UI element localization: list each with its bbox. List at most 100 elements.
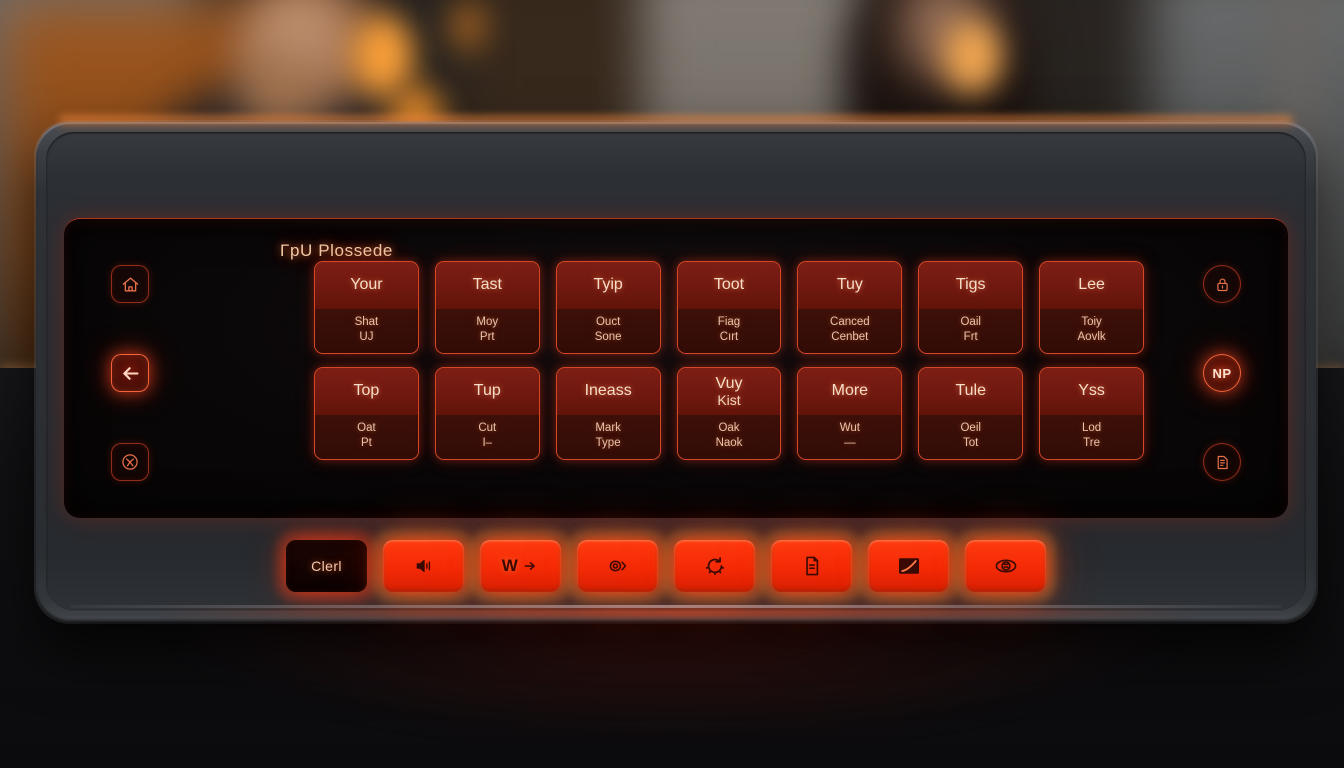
tile-header: Lee [1040, 262, 1143, 309]
tile-line1: Moy [476, 315, 499, 328]
tile-body: Oak Naok [677, 415, 781, 459]
tile-title: Toot [713, 276, 745, 294]
tile-line1: Lod [1081, 421, 1102, 434]
tile-header: Top [315, 368, 418, 415]
tile-line2: I– [482, 437, 493, 449]
tile-body: Shat UJ [315, 309, 418, 353]
tile[interactable]: Yss Lod Tre [1039, 367, 1144, 460]
tile[interactable]: Lee Toiy Aovlk [1039, 261, 1144, 354]
sidebar-item-home[interactable] [111, 265, 149, 303]
chart-button[interactable] [868, 540, 949, 592]
tile-body: Oail Frt [919, 309, 1023, 353]
tile-title: Tule [955, 382, 986, 400]
tile-body: Canced Cenbet [798, 309, 902, 353]
document-list-icon [1214, 454, 1231, 471]
tile-title: Yss [1078, 382, 1105, 400]
tile-line1: Toiy [1081, 315, 1102, 328]
tile[interactable]: Tup Cut I– [434, 367, 540, 460]
tile-title: Top [353, 382, 380, 400]
tile[interactable]: Ineass Mark Type [555, 367, 661, 460]
tile-line2: UJ [359, 331, 374, 343]
tile[interactable]: Tyip Ouct Sone [555, 261, 661, 354]
np-badge-label: NP [1212, 365, 1232, 381]
chart-icon [896, 556, 922, 576]
tile-title: Your [350, 276, 383, 294]
tile-title: Tast [472, 276, 502, 294]
tile-header: Your [315, 262, 418, 309]
tile-body: Wut — [798, 415, 902, 459]
tile-line2: Type [595, 437, 621, 449]
gauge-icon [120, 452, 140, 472]
right-nav-rail: NP [1176, 259, 1268, 489]
tile-line2: Aovlk [1077, 331, 1106, 343]
tile-body: Moy Prt [435, 309, 539, 353]
tile-header: More [798, 368, 902, 415]
tile[interactable]: Toot Fiag Cırt [676, 261, 782, 354]
refresh-button[interactable] [674, 540, 755, 592]
tile-line1: Oat [357, 421, 376, 434]
tile[interactable]: Vuy Kist Oak Naok [676, 367, 782, 460]
eye-arrow-button[interactable] [577, 540, 658, 592]
tile[interactable]: Tuy Canced Cenbet [797, 261, 903, 354]
np-badge[interactable]: NP [1203, 354, 1241, 392]
tile-subtitle: Kist [717, 391, 741, 408]
tile-title: Tigs [955, 276, 986, 294]
tile-header: Tup [435, 368, 539, 415]
tile[interactable]: More Wut — [797, 367, 903, 460]
tile-line1: Wut [839, 421, 860, 434]
tile-line2: Pt [360, 437, 372, 449]
tile-line1: Oak [718, 421, 740, 434]
tile-grid: Your Shat UJ Tast Moy Prt Tyip Ouct Sone… [314, 261, 1144, 460]
refresh-icon [704, 555, 726, 577]
tile-header: Tule [919, 368, 1023, 415]
tile-line2: Tre [1083, 437, 1100, 449]
tile-line1: Fiag [717, 315, 741, 328]
home-icon [121, 275, 140, 294]
tile[interactable]: Tast Moy Prt [434, 261, 540, 354]
tile-line1: Canced [830, 315, 870, 328]
speaker-button[interactable] [383, 540, 464, 592]
tile-body: Ouct Sone [556, 309, 660, 353]
tile-header: Tast [435, 262, 539, 309]
tile-header: Ineass [556, 368, 660, 415]
device-bottom-rail [70, 605, 1282, 608]
w-arrow-button-label: W [501, 556, 519, 575]
bokeh-light [944, 20, 1002, 94]
tile-header: Tuy [798, 262, 902, 309]
tile-line2: Frt [963, 331, 978, 343]
tile-line2: Sone [594, 331, 622, 343]
tile-header: Vuy Kist [677, 368, 781, 415]
tile[interactable]: Top Oat Pt [314, 367, 419, 460]
tile-line2: Prt [479, 331, 495, 343]
tile-title: Lee [1078, 276, 1105, 294]
clerl-button-label: Clerl [311, 558, 342, 574]
clerl-button[interactable]: Clerl [286, 540, 367, 592]
tile-line1: Ouct [595, 315, 621, 328]
tile-header: Tigs [919, 262, 1023, 309]
page-title: ΓpU Plossede [280, 241, 393, 260]
w-arrow-button[interactable]: W [480, 540, 561, 592]
eye-icon [992, 556, 1020, 576]
tile-line2: Naok [715, 437, 743, 449]
eye-button[interactable] [965, 540, 1046, 592]
file-button[interactable] [771, 540, 852, 592]
arrow-right-icon [521, 559, 539, 573]
tile-body: Toiy Aovlk [1040, 309, 1143, 353]
tile-line1: Oeil [960, 421, 981, 434]
sidebar-item-document[interactable] [1203, 443, 1241, 481]
tile-header: Toot [677, 262, 781, 309]
speaker-icon [412, 556, 436, 576]
eye-arrow-icon [604, 556, 631, 576]
sidebar-item-lock[interactable] [1203, 265, 1241, 303]
tile[interactable]: Tule Oeil Tot [918, 367, 1024, 460]
tile-body: Fiag Cırt [677, 309, 781, 353]
tile-body: Lod Tre [1040, 415, 1143, 459]
tile-title: Tuy [836, 276, 863, 294]
arrow-left-icon [120, 363, 141, 384]
tile[interactable]: Tigs Oail Frt [918, 261, 1024, 354]
sidebar-item-gauge[interactable] [111, 443, 149, 481]
sidebar-item-back[interactable] [111, 354, 149, 392]
tile-line2: Tot [963, 437, 979, 449]
tile-line2: — [844, 437, 856, 449]
tile[interactable]: Your Shat UJ [314, 261, 419, 354]
